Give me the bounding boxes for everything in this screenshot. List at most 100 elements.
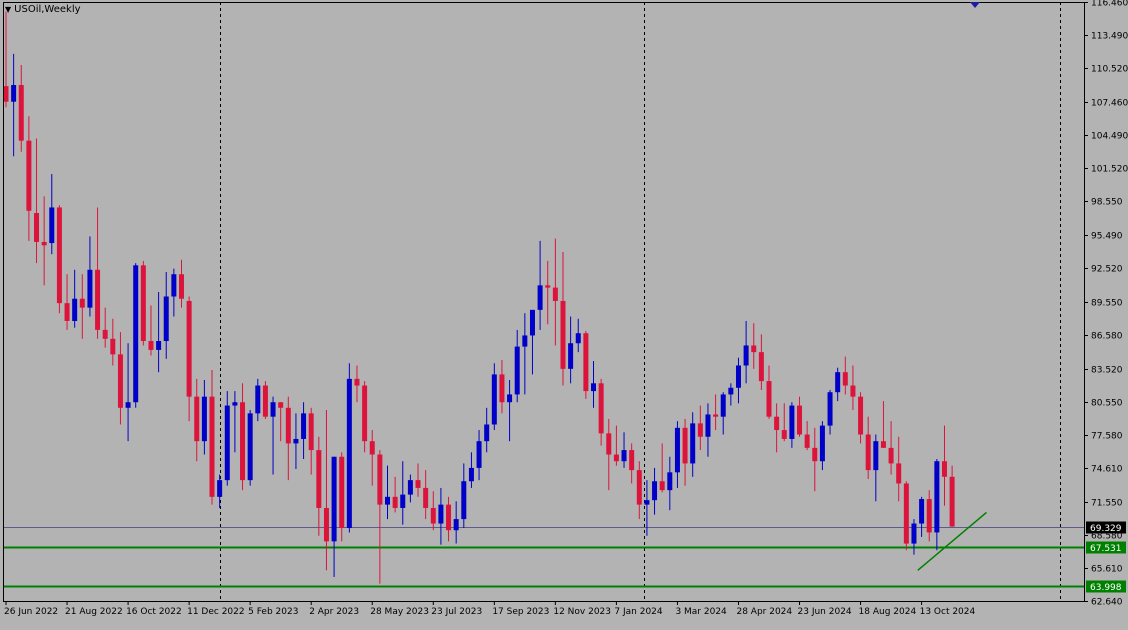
candle-body: [552, 287, 558, 301]
candle-body: [781, 430, 787, 439]
candle-body: [514, 346, 520, 395]
candle-body: [255, 385, 261, 414]
x-tick-label: 5 Feb 2023: [248, 607, 298, 617]
candle-body: [529, 309, 535, 336]
candle-body: [491, 374, 497, 425]
y-tick-label: 71.550: [1091, 499, 1123, 509]
x-tick-label: 28 Apr 2024: [736, 607, 792, 617]
candle-body: [926, 499, 932, 533]
candle-body: [789, 405, 795, 439]
candle-body: [34, 213, 40, 242]
candle-body: [407, 480, 413, 495]
candle-body: [484, 424, 490, 442]
candle-body: [156, 341, 162, 350]
candle-body: [354, 378, 360, 386]
candle-body: [606, 433, 612, 455]
level-price-label-2: 63.998: [1090, 583, 1122, 593]
candle-body: [293, 438, 299, 444]
candle-body: [117, 354, 123, 408]
candle-body: [140, 265, 146, 342]
candle-body: [201, 396, 207, 442]
candle-body: [713, 414, 719, 417]
candle-body: [476, 441, 482, 468]
y-tick-label: 62.640: [1091, 598, 1123, 608]
candle-body: [613, 454, 619, 462]
y-tick-label: 107.460: [1091, 99, 1128, 109]
candle-body: [827, 392, 833, 426]
y-tick-label: 77.580: [1091, 432, 1123, 442]
candle-body: [79, 298, 85, 308]
candle-body: [41, 241, 47, 246]
symbol-title[interactable]: ▼ USOil,Weekly: [5, 4, 81, 15]
candle-body: [392, 496, 398, 508]
y-tick-label: 98.550: [1091, 198, 1123, 208]
candle-body: [644, 500, 650, 505]
candle-body: [919, 499, 925, 524]
candle-body: [56, 207, 62, 304]
candle-body: [690, 423, 696, 464]
candle-body: [224, 405, 230, 481]
candle-body: [873, 441, 879, 471]
candle-body: [766, 381, 772, 417]
candle: [247, 410, 253, 486]
candle-body: [331, 456, 337, 542]
candle: [140, 260, 146, 346]
candle-body: [888, 447, 894, 464]
candle-body: [758, 352, 764, 382]
candle-body: [835, 372, 841, 393]
candle-body: [598, 383, 604, 434]
candle-body: [95, 269, 101, 330]
candle-body: [629, 450, 635, 471]
candle-body: [545, 285, 551, 288]
candle-body: [804, 434, 810, 448]
candle-body: [522, 335, 528, 347]
candle: [583, 330, 589, 399]
candle-body: [18, 85, 24, 141]
candle: [903, 481, 909, 551]
candle-body: [674, 427, 680, 473]
candle-body: [659, 481, 665, 491]
candle-body: [423, 487, 429, 508]
x-tick-label: 17 Sep 2023: [492, 607, 549, 617]
x-tick-label: 2 Apr 2023: [309, 607, 359, 617]
x-tick-label: 26 Jun 2022: [4, 607, 58, 617]
candle-body: [583, 333, 589, 392]
candle-body: [720, 394, 726, 417]
candle-body: [880, 441, 886, 448]
candle-body: [591, 383, 597, 392]
y-tick-label: 116.460: [1091, 0, 1128, 9]
y-tick-label: 110.520: [1091, 65, 1128, 75]
candle-body: [812, 447, 818, 462]
candle-body: [308, 413, 314, 451]
candle-body: [858, 396, 864, 435]
candle-body: [346, 378, 352, 528]
y-tick-label: 83.520: [1091, 366, 1123, 376]
chart-svg: 116.460 113.490 110.520 107.460 104.490 101.5…: [0, 0, 1128, 626]
y-tick-label: 113.490: [1091, 32, 1128, 42]
candle-body: [941, 461, 947, 477]
y-tick-label: 92.520: [1091, 265, 1123, 275]
candle-body: [285, 407, 291, 444]
candle-body: [934, 461, 940, 533]
candle: [262, 381, 268, 419]
candle: [56, 205, 62, 314]
candle-body: [636, 470, 642, 505]
candle-body: [560, 300, 566, 369]
candle: [133, 263, 139, 408]
y-tick-label: 89.550: [1091, 299, 1123, 309]
candle-body: [186, 300, 192, 397]
candle-body: [232, 402, 238, 406]
candle-body: [194, 396, 200, 442]
x-tick-label: 12 Nov 2023: [553, 607, 611, 617]
candle-body: [49, 207, 55, 244]
candle-body: [819, 425, 825, 462]
dropdown-triangle-icon[interactable]: ▼: [5, 5, 11, 14]
candle-body: [697, 423, 703, 437]
candle-body: [537, 285, 543, 310]
candle-body: [507, 394, 513, 403]
candle-body: [850, 385, 856, 397]
y-tick-label: 80.550: [1091, 399, 1123, 409]
candle-body: [735, 365, 741, 388]
candle-body: [621, 450, 627, 462]
candle-body: [774, 416, 780, 431]
